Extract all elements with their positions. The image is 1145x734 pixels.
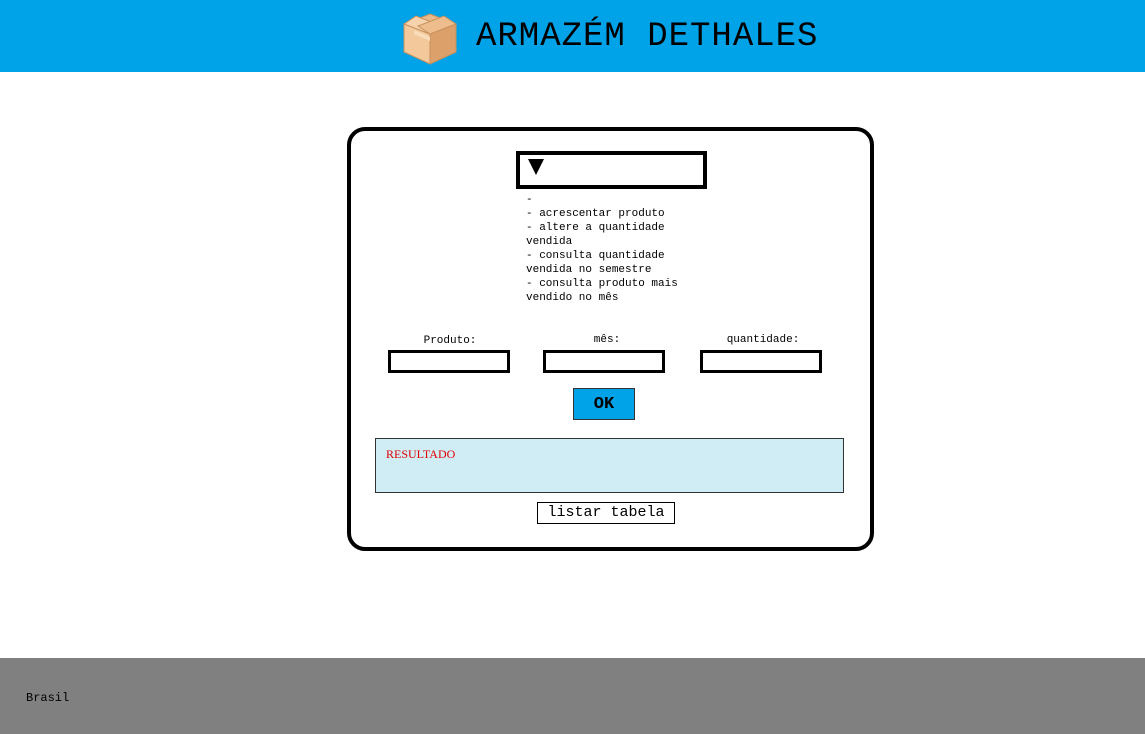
option-item[interactable]: - acrescentar produto — [526, 207, 716, 221]
ok-button[interactable]: OK — [573, 388, 635, 420]
triangle-down-icon[interactable] — [528, 159, 544, 175]
quantidade-input[interactable] — [700, 350, 822, 373]
produto-label: Produto: — [423, 335, 477, 347]
mes-input[interactable] — [543, 350, 665, 373]
quantidade-label: quantidade: — [726, 334, 800, 346]
option-item[interactable]: - altere a quantidade vendida — [526, 221, 716, 249]
option-item[interactable]: - consulta quantidade vendida no semestr… — [526, 249, 716, 277]
result-box: RESULTADO — [375, 438, 844, 493]
list-table-button[interactable]: listar tabela — [537, 502, 675, 524]
action-options-list: - - acrescentar produto - altere a quant… — [526, 193, 716, 305]
footer-bar: Brasil — [0, 658, 1145, 734]
page-title: ARMAZÉM DETHALES — [476, 18, 819, 56]
header-bar: ARMAZÉM DETHALES — [0, 0, 1145, 72]
option-item[interactable]: - consulta produto mais vendido no mês — [526, 277, 716, 305]
result-label: RESULTADO — [386, 447, 456, 461]
produto-input[interactable] — [388, 350, 510, 373]
option-item[interactable]: - — [526, 193, 716, 207]
action-select[interactable] — [516, 151, 707, 189]
mes-label: mês: — [593, 334, 621, 346]
footer-text: Brasil — [26, 691, 70, 705]
cardboard-box-icon — [402, 13, 458, 65]
